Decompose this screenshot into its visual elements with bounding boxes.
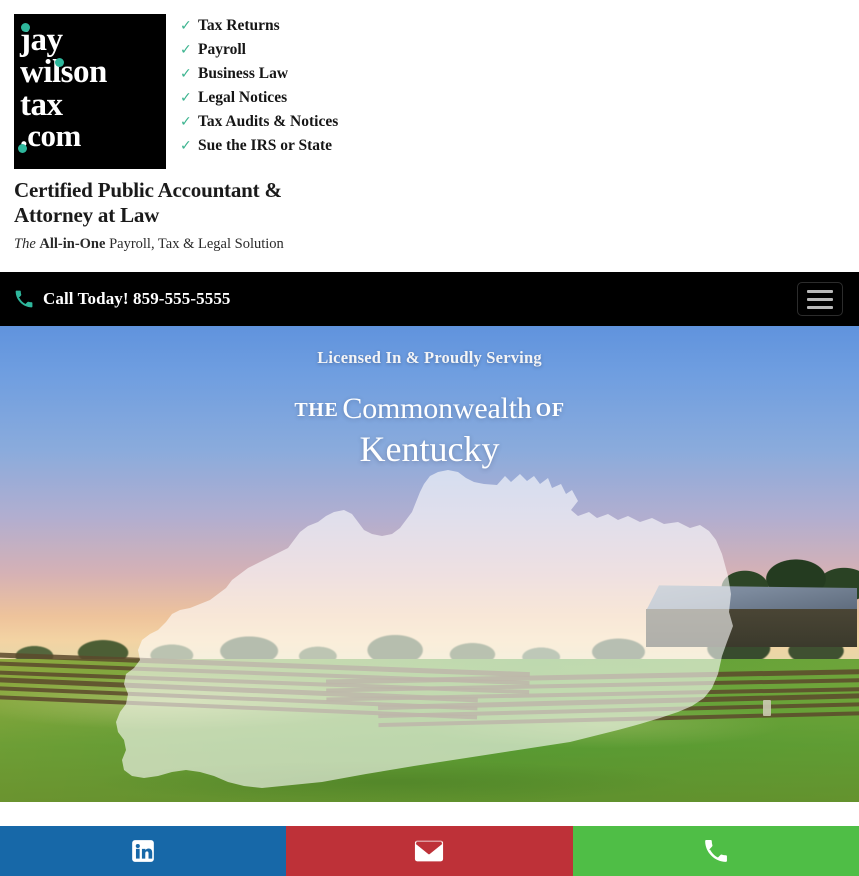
call-today-link[interactable]: Call Today! 859-555-5555 (14, 289, 231, 309)
navigation-bar: Call Today! 859-555-5555 (0, 272, 859, 326)
list-item: ✓ Legal Notices (180, 90, 859, 106)
logo-line-4: .com (20, 117, 81, 153)
site-logo[interactable]: jay wilson tax .com (14, 14, 166, 169)
logo-line-1: jay (20, 22, 63, 58)
check-icon: ✓ (180, 41, 192, 58)
hero-headline: THE Commonwealth OF (0, 394, 859, 424)
tagline-lead: The (14, 235, 36, 252)
tagline-rest: Payroll, Tax & Legal Solution (109, 235, 284, 252)
barn-roof (645, 585, 857, 612)
credentials-block: Certified Public Accountant & Attorney a… (14, 178, 344, 253)
phone-icon (704, 840, 727, 862)
tagline: The All-in-One Payroll, Tax & Legal Solu… (14, 236, 344, 253)
footer-action-bar (0, 826, 859, 876)
check-icon: ✓ (180, 113, 192, 130)
service-label: Legal Notices (198, 89, 288, 106)
logo-wordmark: jay wilson tax .com (20, 22, 107, 153)
teal-dot-icon (21, 23, 30, 32)
list-item: ✓ Payroll (180, 42, 859, 58)
hero-state-name: Kentucky (359, 429, 500, 469)
check-icon: ✓ (180, 89, 192, 106)
phone-icon (15, 290, 33, 308)
hamburger-bar (807, 289, 833, 293)
service-label: Tax Audits & Notices (198, 113, 339, 130)
hero-text-block: Licensed In & Proudly Serving THE Common… (0, 348, 859, 467)
envelope-icon (415, 840, 444, 862)
linkedin-button[interactable] (0, 826, 287, 876)
barn-decoration (637, 585, 857, 648)
list-item: ✓ Business Law (180, 66, 859, 82)
service-label: Business Law (198, 65, 289, 82)
hamburger-bar (807, 305, 833, 309)
check-icon: ✓ (180, 65, 192, 82)
list-item: ✓ Tax Returns (180, 18, 859, 34)
check-icon: ✓ (180, 17, 192, 34)
hero-headline-of: OF (535, 399, 565, 421)
service-label: Tax Returns (198, 17, 280, 34)
page-title: Certified Public Accountant & Attorney a… (14, 178, 282, 227)
linkedin-icon (132, 840, 154, 862)
phone-button[interactable] (572, 826, 859, 876)
services-list: ✓ Tax Returns ✓ Payroll ✓ Business Law ✓… (180, 18, 859, 154)
page-header: jay wilson tax .com ✓ Tax Returns ✓ Payr… (0, 0, 859, 272)
logo-line-3: tax (20, 86, 63, 123)
list-item: ✓ Sue the IRS or State (180, 138, 859, 154)
barn-wall (645, 609, 857, 648)
list-item: ✓ Tax Audits & Notices (180, 114, 859, 130)
hamburger-bar (807, 297, 833, 301)
tagline-emphasis: All-in-One (39, 235, 106, 252)
service-label: Sue the IRS or State (198, 137, 333, 154)
hero-kicker: Licensed In & Proudly Serving (317, 348, 542, 367)
teal-dot-icon (18, 144, 27, 153)
check-icon: ✓ (180, 137, 192, 154)
hero-headline-the: THE (294, 399, 339, 421)
call-today-label: Call Today! 859-555-5555 (43, 289, 231, 308)
hero-headline-commonwealth: Commonwealth (342, 392, 532, 425)
hero-section: Licensed In & Proudly Serving THE Common… (0, 326, 859, 802)
fence-post-decoration (763, 699, 771, 716)
teal-dot-icon (55, 58, 64, 67)
service-label: Payroll (198, 41, 246, 58)
email-button[interactable] (286, 826, 573, 876)
content-spacer (0, 802, 859, 826)
hamburger-menu-icon[interactable] (797, 282, 843, 316)
